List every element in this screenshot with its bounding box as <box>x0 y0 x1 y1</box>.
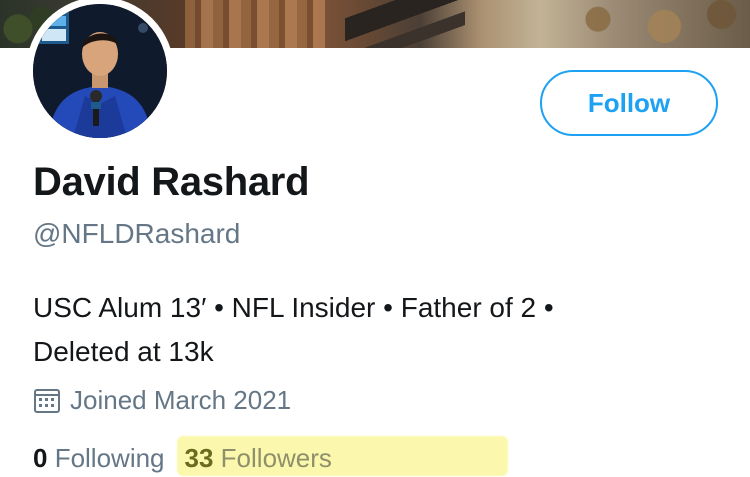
following-label: Following <box>54 443 165 473</box>
avatar[interactable] <box>26 0 174 145</box>
following-count: 0 <box>33 443 55 473</box>
calendar-icon <box>34 388 60 413</box>
profile-bio: USC Alum 13′ • NFL Insider • Father of 2… <box>33 286 693 374</box>
profile-page: Follow David Rashard @NFLDRashard USC Al… <box>0 0 750 477</box>
bio-line-2: Deleted at 13k <box>33 336 214 367</box>
follow-button[interactable]: Follow <box>540 70 718 136</box>
profile-handle: @NFLDRashard <box>33 218 241 249</box>
avatar-illustration <box>33 4 167 138</box>
banner-foliage <box>560 0 750 48</box>
avatar-photo <box>33 4 167 138</box>
followers-label: Followers <box>220 443 332 473</box>
banner-statue <box>345 0 465 48</box>
followers-count: 33 <box>184 443 221 473</box>
profile-stats: 0 Following 33 Followers <box>33 443 332 474</box>
bio-line-1: USC Alum 13′ • NFL Insider • Father of 2… <box>33 292 554 323</box>
profile-name: David Rashard <box>33 160 310 204</box>
joined-date: Joined March 2021 <box>33 385 291 416</box>
joined-text: Joined March 2021 <box>70 385 292 415</box>
followers-link[interactable]: 33 Followers <box>185 443 332 474</box>
banner-building <box>185 0 325 48</box>
following-link[interactable]: 0 Following <box>33 443 165 474</box>
